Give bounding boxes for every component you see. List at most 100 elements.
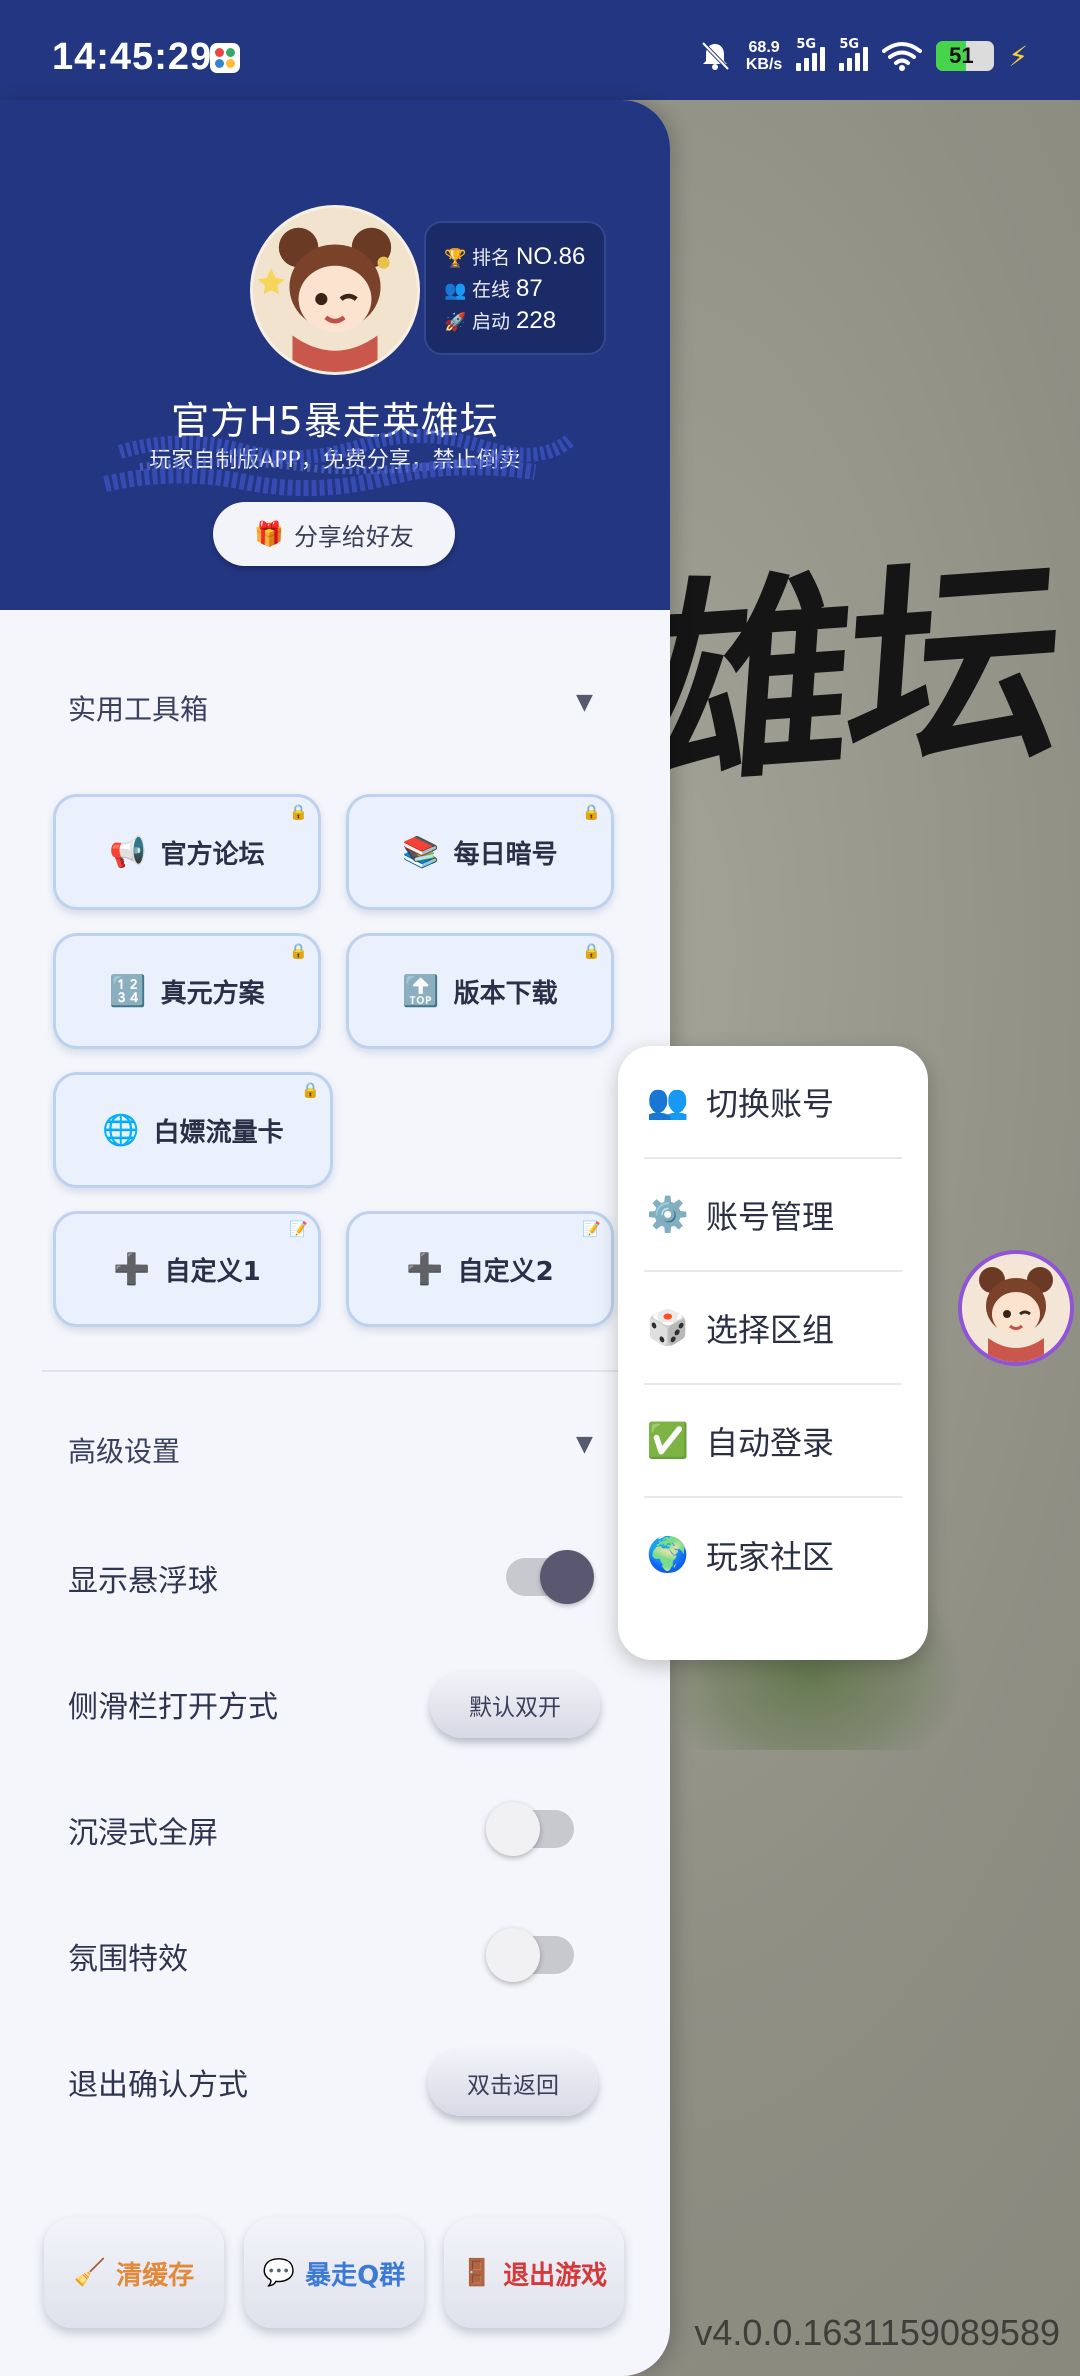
signal-icon: 5G bbox=[839, 37, 869, 71]
battery-icon: 51 bbox=[936, 41, 995, 71]
trophy-icon: 🏆 bbox=[444, 248, 467, 269]
menu-item-switch-account[interactable]: 👥 切换账号 bbox=[644, 1046, 902, 1159]
exit-game-label: 退出游戏 bbox=[503, 2260, 608, 2291]
gift-icon: 🎁 bbox=[254, 520, 284, 548]
menu-item-auto-login[interactable]: ✅ 自动登录 bbox=[644, 1385, 902, 1498]
door-icon: 🚪 bbox=[460, 2258, 494, 2288]
top-arrow-icon: 🔝 bbox=[402, 973, 440, 1009]
avatar-illustration-icon bbox=[962, 1254, 1070, 1362]
mute-bell-icon bbox=[701, 41, 730, 71]
tool-label: 每日暗号 bbox=[453, 839, 558, 870]
app-subtitle: 玩家自制版APP，免费分享，禁止倒卖 bbox=[149, 448, 521, 473]
check-icon: ✅ bbox=[646, 1420, 690, 1461]
app-title: 官方H5暴走英雄坛 bbox=[171, 399, 499, 443]
megaphone-icon: 📢 bbox=[109, 834, 147, 870]
rank-stat: 🏆 排名 NO.86 bbox=[444, 243, 604, 275]
battery-level: 51 bbox=[949, 43, 974, 68]
menu-item-label: 选择区组 bbox=[706, 1310, 835, 1349]
tool-label: 自定义2 bbox=[457, 1256, 554, 1287]
sidebar-mode-button[interactable]: 默认双开 bbox=[430, 1672, 600, 1738]
lock-icon: 🔒 bbox=[582, 803, 601, 821]
menu-item-player-community[interactable]: 🌍 玩家社区 bbox=[644, 1498, 902, 1611]
exit-confirm-button[interactable]: 双击返回 bbox=[428, 2050, 598, 2116]
gear-icon: ⚙️ bbox=[646, 1194, 690, 1235]
qq-group-label: 暴走Q群 bbox=[305, 2260, 406, 2291]
drawer-header: 🏆 排名 NO.86 👥 在线 87 🚀 启动 228 官方H5暴走英雄坛 玩家… bbox=[0, 100, 670, 610]
rocket-icon: 🚀 bbox=[444, 312, 467, 333]
users-icon: 👥 bbox=[444, 280, 467, 301]
avatar-illustration-icon bbox=[253, 208, 417, 372]
network-speed-value: 68.9 bbox=[748, 39, 780, 56]
advanced-section-title[interactable]: 高级设置 bbox=[68, 1430, 180, 1470]
exit-game-button[interactable]: 🚪 退出游戏 bbox=[444, 2218, 624, 2328]
floating-ball-toggle[interactable] bbox=[506, 1550, 594, 1604]
immersive-label: 沉浸式全屏 bbox=[68, 1816, 218, 1851]
signal-icon: 5G bbox=[796, 37, 826, 71]
atmosphere-toggle[interactable] bbox=[486, 1928, 574, 1982]
memo-icon: 📝 bbox=[582, 1220, 601, 1238]
tool-label: 真元方案 bbox=[160, 978, 265, 1009]
globe-icon: 🌐 bbox=[102, 1112, 140, 1148]
chat-bubble-icon: 💬 bbox=[262, 2258, 296, 2288]
lock-icon: 🔒 bbox=[289, 942, 308, 960]
dice-icon: 🎲 bbox=[646, 1307, 690, 1348]
tool-zhenyuan-plan[interactable]: 🔢 真元方案 🔒 bbox=[53, 933, 321, 1049]
signal-label: 5G bbox=[796, 37, 817, 52]
immersive-toggle[interactable] bbox=[486, 1802, 574, 1856]
tool-label: 自定义1 bbox=[164, 1256, 261, 1287]
tool-label: 版本下载 bbox=[453, 978, 558, 1009]
clear-cache-button[interactable]: 🧹 清缓存 bbox=[44, 2218, 224, 2328]
tool-label: 白嫖流量卡 bbox=[153, 1117, 284, 1148]
tool-custom-1[interactable]: ➕ 自定义1 📝 bbox=[53, 1211, 321, 1327]
toolbox-section-title[interactable]: 实用工具箱 bbox=[68, 688, 208, 728]
rank-value: NO.86 bbox=[516, 243, 586, 270]
tool-official-forum[interactable]: 📢 官方论坛 🔒 bbox=[53, 794, 321, 910]
stats-panel: 🏆 排名 NO.86 👥 在线 87 🚀 启动 228 bbox=[424, 221, 606, 355]
profile-avatar[interactable] bbox=[250, 205, 420, 375]
tool-label: 官方论坛 bbox=[160, 839, 265, 870]
tool-custom-2[interactable]: ➕ 自定义2 📝 bbox=[346, 1211, 614, 1327]
lock-icon: 🔒 bbox=[582, 942, 601, 960]
launch-label: 启动 bbox=[472, 311, 511, 333]
numbers-icon: 🔢 bbox=[109, 973, 147, 1009]
tool-free-data-card[interactable]: 🌐 白嫖流量卡 🔒 bbox=[53, 1072, 333, 1188]
atmosphere-label: 氛围特效 bbox=[68, 1942, 188, 1977]
charging-bolt-icon: ⚡ bbox=[1008, 39, 1028, 73]
clear-cache-label: 清缓存 bbox=[116, 2260, 195, 2291]
users-icon: 👥 bbox=[646, 1081, 690, 1122]
rank-label: 排名 bbox=[472, 247, 511, 269]
plus-icon: ➕ bbox=[406, 1251, 444, 1287]
menu-item-account-management[interactable]: ⚙️ 账号管理 bbox=[644, 1159, 902, 1272]
floating-ball-label: 显示悬浮球 bbox=[68, 1564, 218, 1599]
signal-label: 5G bbox=[839, 37, 860, 52]
menu-item-label: 玩家社区 bbox=[706, 1537, 835, 1576]
menu-item-label: 自动登录 bbox=[706, 1423, 835, 1462]
online-value: 87 bbox=[516, 275, 543, 302]
plus-icon: ➕ bbox=[113, 1251, 151, 1287]
floating-ball-avatar[interactable] bbox=[958, 1250, 1074, 1366]
wifi-icon bbox=[882, 42, 923, 71]
section-divider bbox=[42, 1370, 632, 1372]
menu-item-label: 账号管理 bbox=[706, 1197, 835, 1236]
tool-version-download[interactable]: 🔝 版本下载 🔒 bbox=[346, 933, 614, 1049]
sidebar-mode-label: 侧滑栏打开方式 bbox=[68, 1690, 278, 1725]
lock-icon: 🔒 bbox=[289, 803, 308, 821]
network-speed: 68.9 KB/s bbox=[746, 39, 782, 73]
launch-stat: 🚀 启动 228 bbox=[444, 307, 604, 339]
advanced-collapse-arrow-icon[interactable]: ▼ bbox=[576, 1432, 593, 1457]
tool-daily-code[interactable]: 📚 每日暗号 🔒 bbox=[346, 794, 614, 910]
app-notification-icon bbox=[210, 43, 240, 73]
side-drawer: 🏆 排名 NO.86 👥 在线 87 🚀 启动 228 官方H5暴走英雄坛 玩家… bbox=[0, 100, 670, 2376]
books-icon: 📚 bbox=[402, 834, 440, 870]
account-popup-menu: 👥 切换账号 ⚙️ 账号管理 🎲 选择区组 ✅ 自动登录 🌍 玩家社区 bbox=[618, 1046, 928, 1660]
launch-value: 228 bbox=[516, 307, 557, 334]
online-stat: 👥 在线 87 bbox=[444, 275, 604, 307]
menu-item-select-server[interactable]: 🎲 选择区组 bbox=[644, 1272, 902, 1385]
share-button[interactable]: 🎁 分享给好友 bbox=[213, 502, 455, 566]
lock-icon: 🔒 bbox=[301, 1081, 320, 1099]
toolbox-collapse-arrow-icon[interactable]: ▼ bbox=[576, 690, 593, 715]
clock: 14:45:29 bbox=[52, 36, 213, 78]
qq-group-button[interactable]: 💬 暴走Q群 bbox=[244, 2218, 424, 2328]
memo-icon: 📝 bbox=[289, 1220, 308, 1238]
version-label: v4.0.0.1631159089589 bbox=[694, 2312, 1060, 2353]
